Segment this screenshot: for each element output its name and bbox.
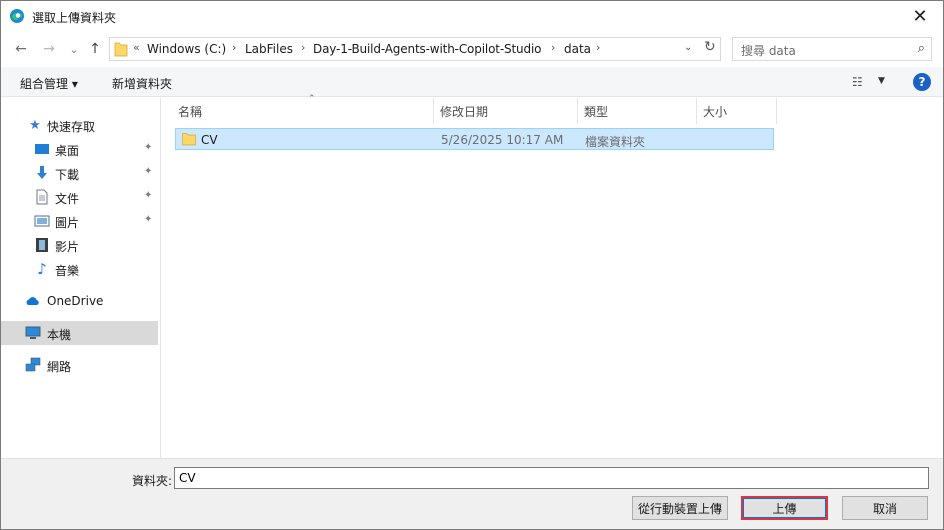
- forward-button[interactable]: →: [40, 40, 58, 58]
- view-dropdown-icon[interactable]: ▼: [878, 76, 885, 86]
- pin-icon: ✦: [144, 214, 153, 225]
- button-label: 從行動裝置上傳: [637, 501, 722, 516]
- sidebar-item-label: 圖片: [55, 216, 80, 230]
- search-placeholder: 搜尋 data: [741, 44, 796, 58]
- breadcrumb-separator[interactable]: ›: [301, 41, 305, 54]
- folder-icon: [114, 42, 128, 57]
- music-note-icon: ♪: [37, 260, 47, 278]
- sidebar-item-pictures[interactable]: 圖片 ✦: [1, 209, 158, 233]
- address-overflow-icon[interactable]: «: [133, 41, 140, 54]
- navigation-pane: ★ 快速存取 桌面 ✦ 下載 ✦ 文件 ✦ 圖片 ✦ 影片 ♪ 音樂 OneDr…: [1, 98, 161, 458]
- close-button[interactable]: ✕: [897, 1, 943, 31]
- breadcrumb-drive[interactable]: Windows (C:): [147, 42, 226, 56]
- sidebar-item-downloads[interactable]: 下載 ✦: [1, 161, 158, 185]
- column-header-label: 大小: [703, 105, 728, 119]
- title-bar: 選取上傳資料夾 ✕: [1, 1, 943, 31]
- column-header-modified[interactable]: 修改日期: [434, 98, 578, 124]
- folder-name-field[interactable]: [174, 467, 929, 489]
- sidebar-item-label: 影片: [55, 240, 80, 254]
- sidebar-item-label: 音樂: [55, 264, 80, 278]
- column-header-size[interactable]: 大小: [697, 98, 777, 124]
- column-header-label: 修改日期: [440, 105, 489, 119]
- upload-button[interactable]: 上傳: [741, 496, 828, 520]
- cancel-button[interactable]: 取消: [842, 496, 928, 520]
- sidebar-item-label: 快速存取: [47, 120, 96, 134]
- help-label: ?: [918, 75, 926, 89]
- address-dropdown-icon[interactable]: ⌄: [684, 42, 692, 53]
- sidebar-item-music[interactable]: ♪ 音樂: [1, 257, 158, 281]
- folder-icon: [182, 133, 196, 146]
- cloud-icon: [26, 297, 39, 305]
- refresh-icon[interactable]: ↻: [704, 39, 716, 55]
- sidebar-item-label: 本機: [47, 328, 72, 342]
- breadcrumb-data[interactable]: data: [564, 42, 591, 56]
- sidebar-item-desktop[interactable]: 桌面 ✦: [1, 137, 158, 161]
- recent-locations-button[interactable]: ⌄: [65, 40, 83, 58]
- back-button[interactable]: ←: [12, 40, 30, 58]
- film-icon: [36, 238, 48, 252]
- chevron-down-icon: ⌄: [69, 42, 79, 56]
- file-type: 檔案資料夾: [585, 135, 646, 149]
- back-arrow-icon: ←: [15, 41, 27, 57]
- column-header-name[interactable]: 名稱 ⌃: [172, 94, 434, 124]
- column-header-label: 名稱: [178, 105, 203, 119]
- breadcrumb-separator[interactable]: ›: [232, 41, 236, 54]
- breadcrumb-project[interactable]: Day-1-Build-Agents-with-Copilot-Studio: [313, 42, 541, 56]
- picture-icon: [34, 215, 50, 227]
- upload-from-mobile-button[interactable]: 從行動裝置上傳: [632, 496, 728, 520]
- organize-menu-button[interactable]: 組合管理 ▾: [20, 75, 78, 92]
- file-dialog: 選取上傳資料夾 ✕ ← → ⌄ ↑ « Windows (C:) › LabFi…: [0, 0, 944, 530]
- star-icon: ★: [29, 117, 41, 133]
- sidebar-item-videos[interactable]: 影片: [1, 233, 158, 257]
- sidebar-item-network[interactable]: 網路: [1, 353, 158, 377]
- search-input[interactable]: 搜尋 data ⌕: [732, 37, 932, 61]
- sidebar-item-label: 桌面: [55, 144, 80, 158]
- up-arrow-icon: ↑: [89, 41, 101, 57]
- breadcrumb-separator[interactable]: ›: [596, 41, 600, 54]
- bottom-panel: 資料夾: 從行動裝置上傳 上傳 取消: [1, 458, 943, 529]
- new-folder-button[interactable]: 新增資料夾: [112, 75, 172, 92]
- file-list: 名稱 ⌃ 修改日期 類型 大小 CV 5/26/2025 10:17 AM 檔案…: [163, 94, 943, 458]
- file-name: CV: [201, 133, 218, 147]
- sidebar-item-this-pc[interactable]: 本機: [1, 321, 158, 345]
- document-icon: [36, 189, 48, 205]
- column-header-label: 類型: [584, 105, 609, 119]
- breadcrumb-labfiles[interactable]: LabFiles: [245, 42, 293, 56]
- pin-icon: ✦: [144, 166, 153, 177]
- up-button[interactable]: ↑: [86, 40, 104, 58]
- file-row[interactable]: CV 5/26/2025 10:17 AM 檔案資料夾: [175, 128, 774, 150]
- address-bar[interactable]: « Windows (C:) › LabFiles › Day-1-Build-…: [109, 37, 721, 61]
- folder-label: 資料夾:: [132, 474, 173, 488]
- sidebar-item-documents[interactable]: 文件 ✦: [1, 185, 158, 209]
- close-icon: ✕: [912, 5, 928, 27]
- sidebar-item-quick-access[interactable]: ★ 快速存取: [1, 113, 158, 137]
- sidebar-item-label: 文件: [55, 192, 80, 206]
- file-modified: 5/26/2025 10:17 AM: [441, 133, 564, 147]
- view-options-icon[interactable]: ☷: [852, 75, 863, 89]
- command-toolbar: 組合管理 ▾ 新增資料夾 ☷ ▼ ?: [1, 67, 943, 97]
- column-header-type[interactable]: 類型: [578, 98, 697, 124]
- breadcrumb-separator[interactable]: ›: [551, 41, 555, 54]
- pin-icon: ✦: [144, 190, 153, 201]
- pin-icon: ✦: [144, 142, 153, 153]
- button-label: 上傳: [772, 501, 797, 516]
- network-icon: [25, 357, 41, 372]
- window-title: 選取上傳資料夾: [32, 11, 117, 25]
- computer-icon: [25, 326, 41, 339]
- sort-ascending-icon: ⌃: [308, 94, 316, 104]
- search-icon: ⌕: [917, 41, 925, 56]
- help-icon[interactable]: ?: [913, 73, 931, 91]
- sidebar-item-label: 網路: [47, 360, 72, 374]
- sidebar-item-label: 下載: [55, 168, 80, 182]
- sidebar-item-onedrive[interactable]: OneDrive: [1, 289, 158, 313]
- button-label: 取消: [872, 501, 897, 516]
- download-arrow-icon: [37, 166, 47, 179]
- forward-arrow-icon: →: [43, 41, 55, 57]
- sidebar-item-label: OneDrive: [47, 294, 104, 308]
- edge-browser-icon: [10, 9, 24, 23]
- desktop-icon: [35, 144, 49, 154]
